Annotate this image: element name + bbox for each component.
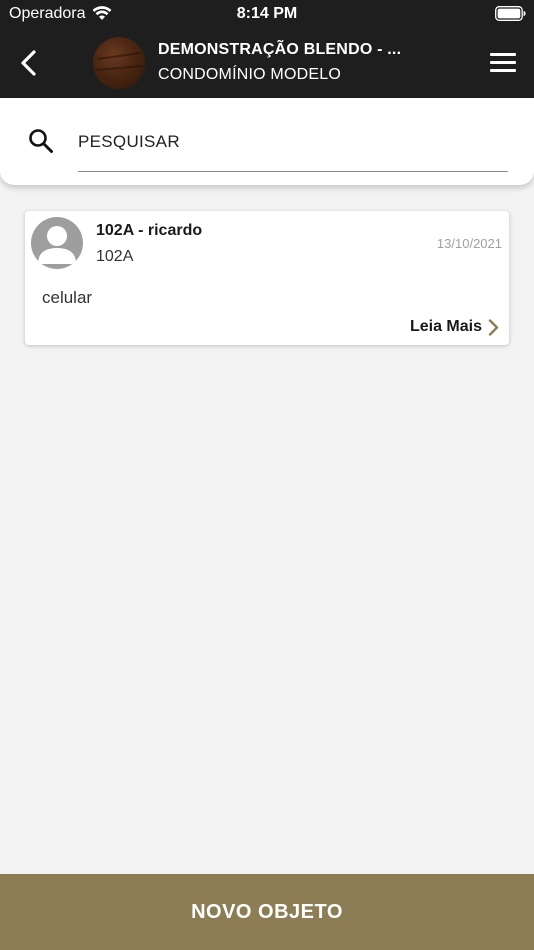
condominium-avatar [93,37,145,89]
read-more-link[interactable]: Leia Mais [410,318,499,336]
search-icon [29,129,53,153]
chevron-left-icon[interactable] [18,49,40,77]
header-title: DEMONSTRAÇÃO BLENDO - ... [158,41,402,58]
status-bar: Operadora 8:14 PM [0,0,534,27]
chevron-right-icon [488,318,499,336]
app-header: DEMONSTRAÇÃO BLENDO - ... CONDOMÍNIO MOD… [0,27,534,98]
search-input[interactable] [78,126,508,172]
read-more-label: Leia Mais [409,318,482,335]
search-bar [0,98,534,185]
item-date: 13/10/2021 [436,236,502,251]
battery-icon [495,6,526,21]
item-resident-name: 102A - ricardo [96,222,203,239]
new-object-button[interactable]: NOVO OBJETO [0,874,534,950]
user-avatar-icon [31,217,83,269]
list-item[interactable]: 102A - ricardo 102A 13/10/2021 celular L… [25,211,509,345]
header-subtitle: CONDOMÍNIO MODELO [158,66,341,83]
item-unit: 102A [96,248,134,265]
item-description: celular [42,288,93,307]
hamburger-menu-icon[interactable] [490,53,516,73]
status-time: 8:14 PM [236,5,298,22]
app-screen: Operadora 8:14 PM DEMONSTRAÇÃO BLENDO - … [0,0,534,950]
